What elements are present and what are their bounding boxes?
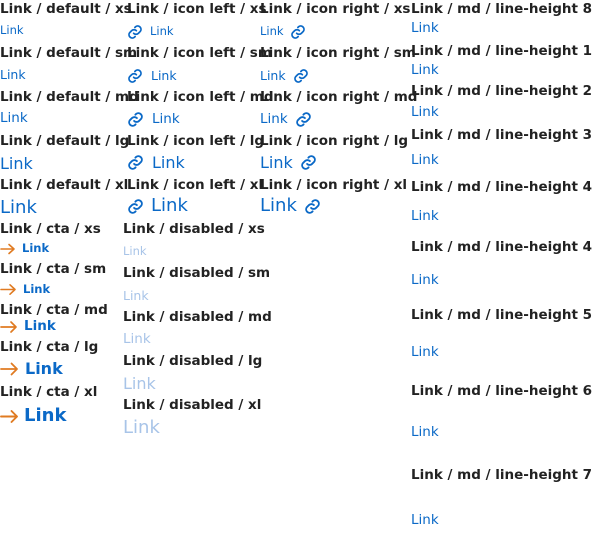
arrow-right-icon <box>0 321 17 333</box>
link-md-lh48[interactable]: Link <box>411 273 439 288</box>
arrow-right-icon <box>0 409 18 423</box>
link-chain-icon <box>305 198 320 214</box>
link-label: Link <box>260 110 288 127</box>
link-icon-left-md[interactable]: Link <box>127 111 180 128</box>
example-heading: Link / md / line-height 64 <box>411 383 592 399</box>
link-label: Link <box>260 67 286 83</box>
link-icon-left-lg[interactable]: Link <box>127 154 185 171</box>
link-label: Link <box>22 241 50 256</box>
link-label: Link <box>151 195 188 216</box>
link-icon-right-xs[interactable]: Link <box>260 24 306 40</box>
example-heading: Link / md / line-height 48 <box>411 239 592 255</box>
example-heading: Link / icon right / sm <box>260 45 416 61</box>
link-label: Link <box>24 405 67 426</box>
link-md-lh56[interactable]: Link <box>411 345 439 360</box>
example-heading: Link / icon right / lg <box>260 133 408 149</box>
link-label: Link <box>151 67 177 83</box>
example-heading: Link / icon right / xs <box>260 1 411 17</box>
example-heading: Link / default / xl <box>0 177 129 193</box>
link-md-lh16[interactable]: Link <box>411 63 439 78</box>
example-heading: Link / cta / lg <box>0 339 99 355</box>
link-default-sm[interactable]: Link <box>0 68 26 82</box>
link-label: Link <box>152 110 180 127</box>
link-label: Link <box>260 24 284 39</box>
link-chain-icon <box>295 112 311 127</box>
link-chain-icon <box>128 25 142 39</box>
example-heading: Link / icon left / md <box>127 89 274 105</box>
link-disabled-xl: Link <box>123 417 160 438</box>
link-default-xl[interactable]: Link <box>0 199 37 217</box>
link-label: Link <box>260 152 293 172</box>
link-cta-xs[interactable]: Link <box>0 243 49 255</box>
link-disabled-xs: Link <box>123 244 147 258</box>
example-heading: Link / icon right / md <box>260 89 418 105</box>
example-heading: Link / disabled / md <box>123 309 272 325</box>
example-heading: Link / cta / sm <box>0 261 107 277</box>
example-heading: Link / cta / xl <box>0 384 98 400</box>
link-icon-left-xs[interactable]: Link <box>127 24 174 40</box>
link-icon-left-xl[interactable]: Link <box>127 197 188 215</box>
example-heading: Link / cta / md <box>0 302 108 318</box>
example-heading: Link / icon left / sm <box>127 45 272 61</box>
link-chain-icon <box>128 198 143 214</box>
link-label: Link <box>25 359 63 378</box>
link-label: Link <box>23 281 51 296</box>
link-chain-icon <box>128 155 143 170</box>
example-heading: Link / disabled / lg <box>123 353 263 369</box>
example-heading: Link / default / lg <box>0 133 130 149</box>
link-icon-right-sm[interactable]: Link <box>260 68 309 84</box>
link-cta-md[interactable]: Link <box>0 320 56 334</box>
link-disabled-lg: Link <box>123 374 156 393</box>
link-icon-right-md[interactable]: Link <box>260 111 312 128</box>
link-md-lh24[interactable]: Link <box>411 105 439 120</box>
link-chain-icon <box>290 25 305 39</box>
example-heading: Link / cta / xs <box>0 221 101 237</box>
link-label: Link <box>24 318 56 335</box>
link-chain-icon <box>128 112 143 127</box>
link-md-lh40[interactable]: Link <box>411 209 439 224</box>
example-heading: Link / default / sm <box>0 45 138 61</box>
link-default-lg[interactable]: Link <box>0 156 33 172</box>
example-heading: Link / md / line-height 32 <box>411 127 592 143</box>
link-label: Link <box>150 24 174 39</box>
example-heading: Link / icon left / lg <box>127 133 265 149</box>
link-md-lh72[interactable]: Link <box>411 513 439 528</box>
link-chain-icon <box>301 155 316 170</box>
link-md-lh8[interactable]: Link <box>411 21 439 36</box>
link-md-lh32[interactable]: Link <box>411 153 439 168</box>
link-icon-left-sm[interactable]: Link <box>127 68 177 84</box>
link-disabled-md: Link <box>123 331 151 347</box>
link-default-md[interactable]: Link <box>0 111 28 126</box>
example-heading: Link / md / line-height 8 <box>411 1 592 17</box>
example-heading: Link / md / line-height 24 <box>411 83 592 99</box>
example-heading: Link / md / line-height 16 <box>411 43 592 59</box>
link-chain-icon <box>128 69 142 83</box>
link-label: Link <box>152 152 185 172</box>
example-heading: Link / md / line-height 56 <box>411 307 592 323</box>
example-heading: Link / default / xs <box>0 1 132 17</box>
example-heading: Link / md / line-height 40 <box>411 179 592 195</box>
example-heading: Link / default / md <box>0 89 139 105</box>
link-icon-right-xl[interactable]: Link <box>260 197 321 215</box>
example-heading: Link / disabled / sm <box>123 265 271 281</box>
link-cta-lg[interactable]: Link <box>0 361 63 377</box>
arrow-right-icon <box>0 243 15 255</box>
link-md-lh64[interactable]: Link <box>411 425 439 440</box>
arrow-right-icon <box>0 284 16 295</box>
link-cta-sm[interactable]: Link <box>0 283 50 296</box>
example-heading: Link / md / line-height 72 <box>411 467 592 483</box>
example-heading: Link / icon right / xl <box>260 177 408 193</box>
link-icon-right-lg[interactable]: Link <box>260 154 317 171</box>
link-default-xs[interactable]: Link <box>0 24 24 37</box>
example-heading: Link / disabled / xl <box>123 397 262 413</box>
link-label: Link <box>260 195 297 216</box>
link-cta-xl[interactable]: Link <box>0 407 66 425</box>
arrow-right-icon <box>0 362 18 376</box>
link-chain-icon <box>293 69 308 83</box>
example-heading: Link / icon left / xs <box>127 1 267 17</box>
example-heading: Link / icon left / xl <box>127 177 264 193</box>
example-heading: Link / disabled / xs <box>123 221 265 237</box>
link-disabled-sm: Link <box>123 288 149 303</box>
